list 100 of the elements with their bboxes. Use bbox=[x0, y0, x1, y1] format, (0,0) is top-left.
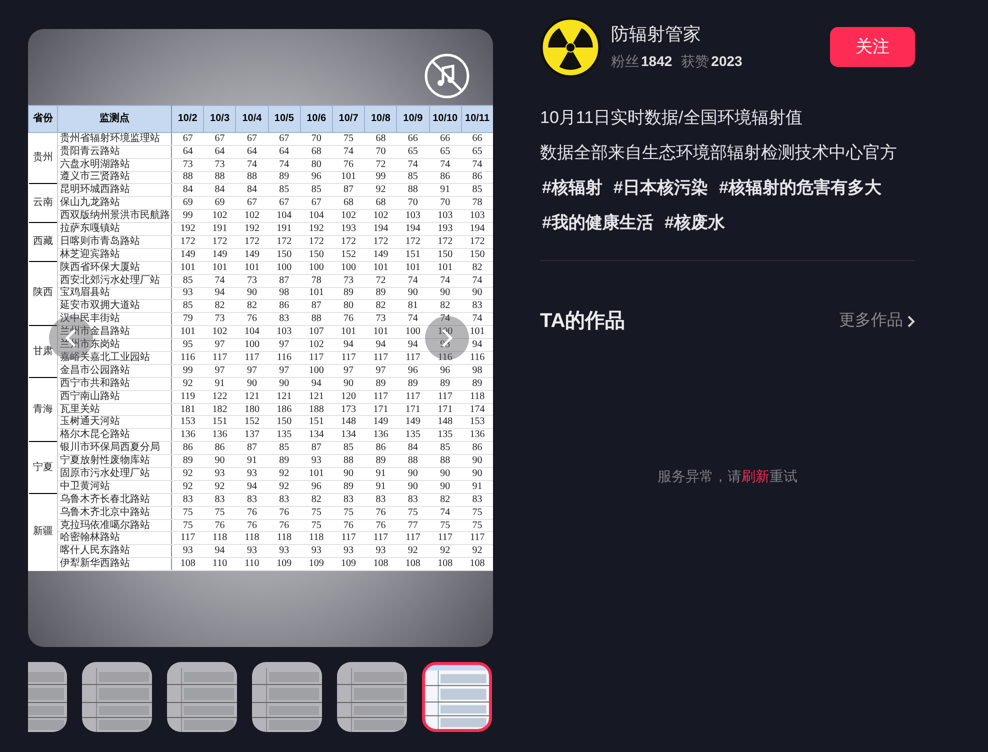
table-cell: 94 bbox=[300, 377, 332, 390]
table-cell: 150 bbox=[461, 248, 493, 262]
station-cell: 伊犁新华西路站 bbox=[58, 558, 172, 571]
table-cell: 108 bbox=[429, 558, 462, 571]
table-cell: 85 bbox=[172, 274, 204, 288]
table-cell: 149 bbox=[172, 248, 204, 262]
hashtag-link[interactable]: #核辐射的危害有多大 bbox=[718, 170, 882, 205]
station-cell: 玉树通天河站 bbox=[58, 416, 172, 429]
table-cell: 84 bbox=[236, 184, 268, 197]
station-cell: 银川市环保局西夏分局 bbox=[58, 442, 172, 455]
table-cell: 117 bbox=[396, 390, 429, 404]
station-cell: 贵州省辐射环境监理站 bbox=[58, 132, 172, 146]
table-cell: 102 bbox=[204, 326, 236, 339]
table-cell: 103 bbox=[461, 210, 493, 223]
hashtag-link[interactable]: #日本核污染 bbox=[613, 170, 708, 205]
table-cell: 117 bbox=[236, 352, 268, 364]
table-cell: 134 bbox=[332, 428, 365, 442]
follow-button[interactable]: 关注 bbox=[830, 27, 915, 67]
table-cell: 117 bbox=[364, 352, 397, 364]
thumbnail[interactable] bbox=[337, 662, 407, 732]
table-cell: 116 bbox=[172, 352, 204, 364]
table-cell: 86 bbox=[461, 171, 493, 184]
table-cell: 93 bbox=[172, 544, 204, 558]
station-cell: 宝鸡眉县站 bbox=[58, 287, 172, 300]
table-cell: 70 bbox=[396, 196, 429, 210]
table-cell: 182 bbox=[204, 403, 236, 416]
table-cell: 121 bbox=[300, 390, 332, 404]
table-cell: 136 bbox=[461, 428, 493, 442]
table-cell: 101 bbox=[300, 287, 332, 300]
table-cell: 90 bbox=[332, 377, 365, 390]
radiation-avatar-icon[interactable] bbox=[540, 17, 601, 78]
hashtag-link[interactable]: #核辐射 bbox=[542, 170, 602, 205]
more-works-link[interactable]: 更多作品 bbox=[839, 309, 915, 333]
table-cell: 93 bbox=[236, 544, 268, 558]
table-cell: 90 bbox=[236, 287, 268, 300]
table-cell: 84 bbox=[172, 184, 204, 197]
table-cell: 89 bbox=[364, 454, 397, 468]
table-cell: 66 bbox=[461, 132, 493, 146]
table-cell: 180 bbox=[236, 403, 268, 416]
table-cell: 172 bbox=[268, 235, 300, 248]
thumbnail[interactable] bbox=[167, 662, 237, 732]
table-cell: 88 bbox=[396, 454, 429, 468]
hashtag-link[interactable]: #我的健康生活 bbox=[542, 205, 654, 240]
station-cell: 延安市双拥大道站 bbox=[58, 300, 172, 313]
table-cell: 87 bbox=[268, 274, 300, 288]
table-cell: 110 bbox=[204, 558, 236, 571]
column-header: 10/5 bbox=[268, 105, 300, 132]
table-cell: 90 bbox=[429, 468, 462, 480]
table-cell: 136 bbox=[364, 428, 397, 442]
table-cell: 74 bbox=[429, 274, 462, 288]
table-cell: 149 bbox=[396, 416, 429, 429]
table-cell: 172 bbox=[429, 235, 462, 248]
refresh-link[interactable]: 刷新 bbox=[742, 468, 770, 484]
table-cell: 74 bbox=[396, 158, 429, 172]
thumbnail[interactable] bbox=[82, 662, 152, 732]
table-cell: 117 bbox=[204, 352, 236, 364]
table-cell: 88 bbox=[429, 454, 462, 468]
table-cell: 93 bbox=[236, 468, 268, 480]
table-cell: 150 bbox=[429, 248, 462, 262]
table-cell: 102 bbox=[332, 210, 365, 223]
sound-off-icon[interactable] bbox=[424, 53, 470, 99]
table-cell: 87 bbox=[300, 442, 332, 455]
hashtag-link[interactable]: #核废水 bbox=[664, 205, 725, 240]
station-cell: 哈密翰林路站 bbox=[58, 532, 172, 545]
thumbnail[interactable] bbox=[422, 662, 492, 732]
table-cell: 75 bbox=[172, 506, 204, 520]
province-cell: 贵州 bbox=[28, 132, 58, 184]
table-cell: 76 bbox=[204, 519, 236, 532]
table-cell: 118 bbox=[204, 532, 236, 545]
table-cell: 67 bbox=[268, 196, 300, 210]
table-cell: 67 bbox=[268, 132, 300, 146]
table-cell: 93 bbox=[332, 544, 365, 558]
table-cell: 172 bbox=[396, 235, 429, 248]
table-cell: 64 bbox=[236, 145, 268, 158]
table-cell: 92 bbox=[268, 480, 300, 494]
table-cell: 85 bbox=[300, 184, 332, 197]
station-cell: 拉萨东嘎镇站 bbox=[58, 222, 172, 236]
next-button[interactable] bbox=[425, 316, 469, 360]
table-cell: 84 bbox=[396, 442, 429, 455]
table-cell: 117 bbox=[364, 390, 397, 404]
table-cell: 89 bbox=[172, 454, 204, 468]
table-cell: 194 bbox=[461, 222, 493, 236]
table-cell: 121 bbox=[268, 390, 300, 404]
table-cell: 87 bbox=[236, 442, 268, 455]
table-cell: 83 bbox=[364, 493, 397, 506]
table-cell: 91 bbox=[461, 480, 493, 494]
table-cell: 83 bbox=[236, 493, 268, 506]
table-cell: 102 bbox=[236, 210, 268, 223]
table-cell: 83 bbox=[204, 493, 236, 506]
table-cell: 148 bbox=[332, 416, 365, 429]
column-header: 10/6 bbox=[300, 105, 332, 132]
table-cell: 72 bbox=[364, 158, 397, 172]
table-cell: 91 bbox=[236, 454, 268, 468]
author-name[interactable]: 防辐射管家 bbox=[611, 21, 742, 47]
table-cell: 100 bbox=[300, 364, 332, 378]
table-cell: 86 bbox=[172, 442, 204, 455]
table-cell: 98 bbox=[461, 364, 493, 378]
thumbnail[interactable] bbox=[252, 662, 322, 732]
table-cell: 75 bbox=[332, 132, 365, 146]
table-cell: 92 bbox=[364, 184, 397, 197]
